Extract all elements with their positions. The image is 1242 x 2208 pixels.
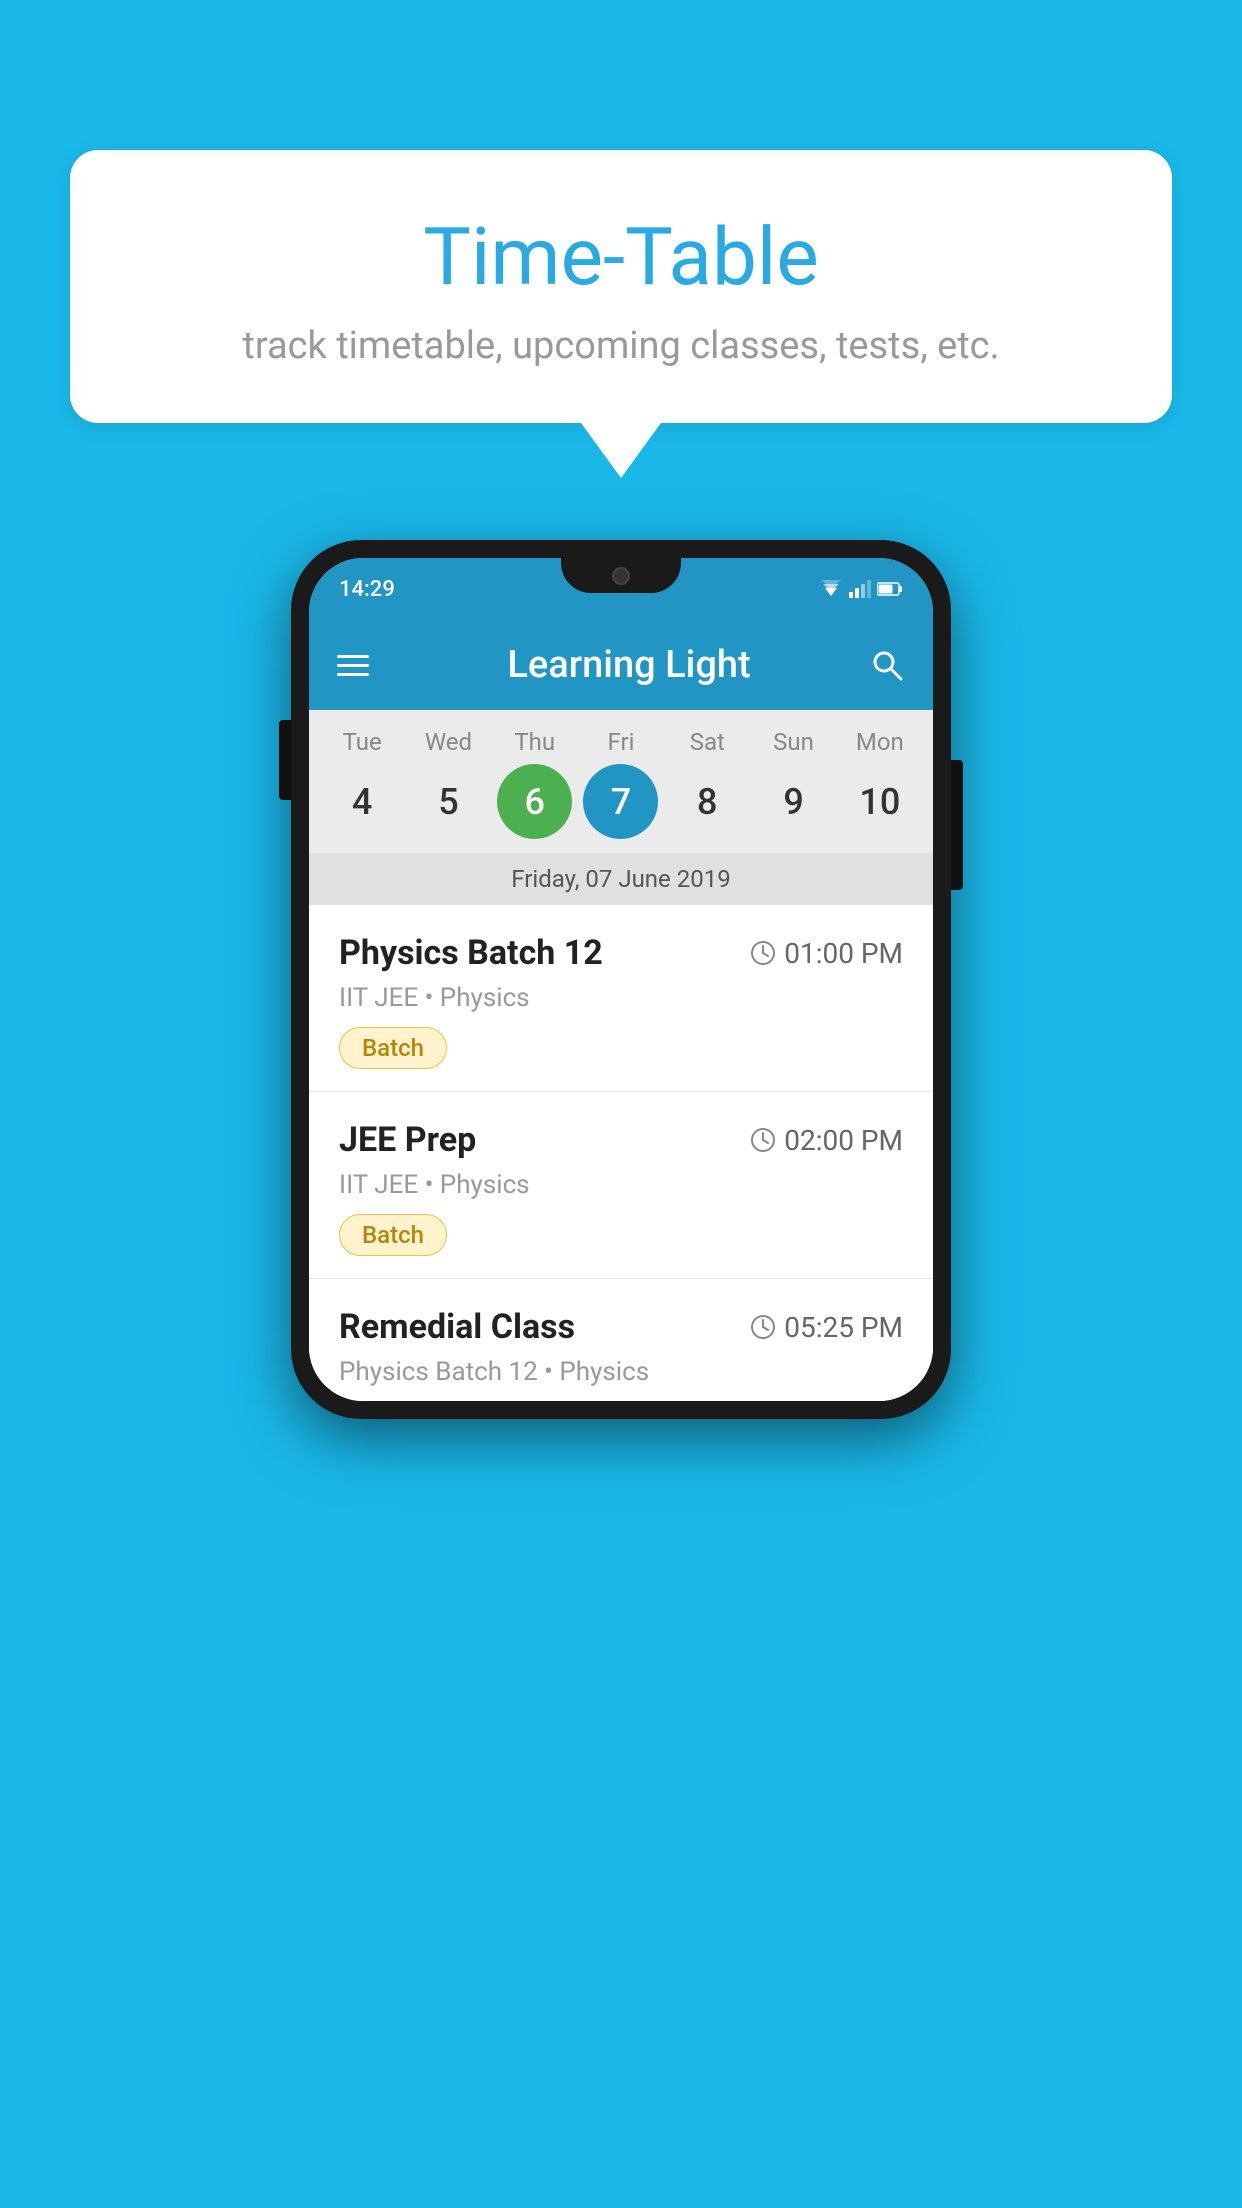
phone-outer: 14:29 (291, 540, 951, 1419)
status-icons (819, 580, 903, 598)
app-bar-title: Learning Light (389, 643, 869, 687)
schedule-item-3[interactable]: Remedial Class 05:25 PM Physics Batch 12… (309, 1279, 933, 1401)
schedule-item-2-meta: IIT JEE • Physics (339, 1170, 903, 1200)
status-bar: 14:29 (309, 558, 933, 620)
schedule-item-3-time: 05:25 PM (750, 1311, 903, 1344)
calendar-strip: Tue Wed Thu Fri Sat Sun Mon 4 5 6 7 8 9 … (309, 710, 933, 905)
day-labels-row: Tue Wed Thu Fri Sat Sun Mon (309, 728, 933, 756)
app-bar: Learning Light (309, 620, 933, 710)
battery-icon (877, 582, 903, 596)
schedule-item-3-title: Remedial Class (339, 1307, 575, 1347)
signal-icon (849, 580, 871, 598)
schedule-item-3-header: Remedial Class 05:25 PM (339, 1307, 903, 1347)
schedule-item-2-time: 02:00 PM (750, 1124, 903, 1157)
schedule-item-1-tag: Batch (339, 1027, 447, 1069)
schedule-item-2-tag: Batch (339, 1214, 447, 1256)
day-4[interactable]: 4 (325, 764, 400, 839)
speech-bubble-arrow (581, 423, 661, 478)
schedule-item-1-time: 01:00 PM (750, 937, 903, 970)
day-7-selected[interactable]: 7 (583, 764, 658, 839)
clock-icon-2 (750, 1127, 776, 1153)
day-label-tue: Tue (325, 728, 400, 756)
schedule-item-2-header: JEE Prep 02:00 PM (339, 1120, 903, 1160)
schedule-item-2-time-text: 02:00 PM (784, 1124, 903, 1157)
day-6-today[interactable]: 6 (497, 764, 572, 839)
schedule-item-3-time-text: 05:25 PM (784, 1311, 903, 1344)
schedule-item-1-header: Physics Batch 12 01:00 PM (339, 933, 903, 973)
phone-screen: 14:29 (309, 558, 933, 1401)
day-label-sun: Sun (756, 728, 831, 756)
day-label-thu: Thu (497, 728, 572, 756)
menu-button[interactable] (337, 655, 369, 676)
speech-bubble: Time-Table track timetable, upcoming cla… (70, 150, 1172, 423)
day-numbers-row: 4 5 6 7 8 9 10 (309, 764, 933, 839)
hamburger-line-2 (337, 664, 369, 667)
hamburger-line-1 (337, 655, 369, 658)
day-5[interactable]: 5 (411, 764, 486, 839)
schedule-item-1-title: Physics Batch 12 (339, 933, 603, 973)
day-label-sat: Sat (670, 728, 745, 756)
schedule-item-1-time-text: 01:00 PM (784, 937, 903, 970)
schedule-item-1-meta: IIT JEE • Physics (339, 983, 903, 1013)
schedule-item-2-title: JEE Prep (339, 1120, 476, 1160)
hamburger-line-3 (337, 673, 369, 676)
clock-icon-1 (750, 940, 776, 966)
search-button[interactable] (869, 647, 905, 683)
schedule-list: Physics Batch 12 01:00 PM IIT JEE • Phys… (309, 905, 933, 1401)
front-camera (612, 567, 630, 585)
wifi-icon (819, 580, 843, 598)
speech-bubble-container: Time-Table track timetable, upcoming cla… (70, 150, 1172, 478)
speech-bubble-subtitle: track timetable, upcoming classes, tests… (130, 324, 1112, 368)
selected-date-label: Friday, 07 June 2019 (309, 853, 933, 905)
speech-bubble-title: Time-Table (130, 210, 1112, 304)
schedule-item-1[interactable]: Physics Batch 12 01:00 PM IIT JEE • Phys… (309, 905, 933, 1092)
status-time: 14:29 (339, 577, 395, 602)
clock-icon-3 (750, 1314, 776, 1340)
schedule-item-3-meta: Physics Batch 12 • Physics (339, 1357, 903, 1387)
day-label-wed: Wed (411, 728, 486, 756)
search-icon (869, 647, 905, 683)
day-8[interactable]: 8 (670, 764, 745, 839)
day-9[interactable]: 9 (756, 764, 831, 839)
day-10[interactable]: 10 (842, 764, 917, 839)
day-label-fri: Fri (583, 728, 658, 756)
phone-notch (561, 558, 681, 593)
day-label-mon: Mon (842, 728, 917, 756)
phone-wrapper: 14:29 (291, 540, 951, 1419)
schedule-item-2[interactable]: JEE Prep 02:00 PM IIT JEE • Physics Batc… (309, 1092, 933, 1279)
